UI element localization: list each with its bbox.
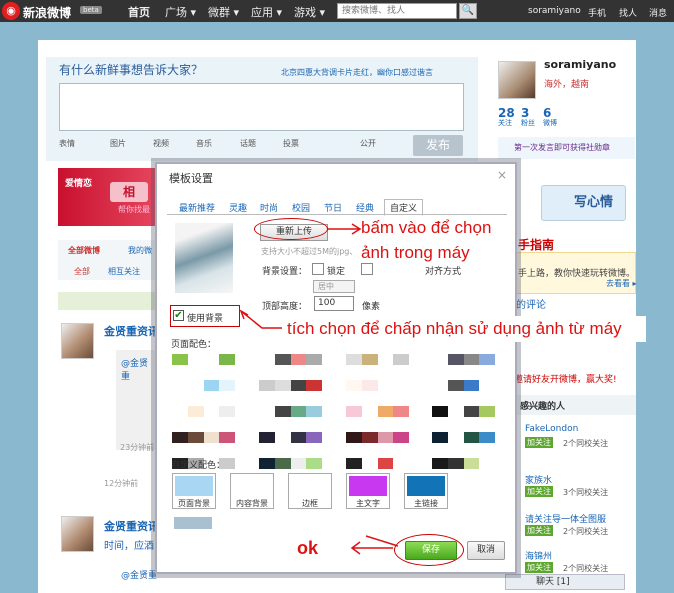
arrow-usebg-line <box>240 310 283 329</box>
arrow-usebg-head <box>239 309 249 320</box>
annotation-usebg: tích chọn để chấp nhận sử dụng ảnh từ má… <box>287 319 622 338</box>
annotation-ok: ok <box>297 538 319 558</box>
annotation-upload-2: ảnh trong máy <box>361 243 470 262</box>
annotation-arrows <box>239 223 399 555</box>
annotation-upload-1: bấm vào để chọn <box>361 218 492 237</box>
arrow-upload <box>328 223 362 235</box>
arrow-ok-stroke <box>365 535 399 547</box>
arrow-ok <box>350 541 393 555</box>
